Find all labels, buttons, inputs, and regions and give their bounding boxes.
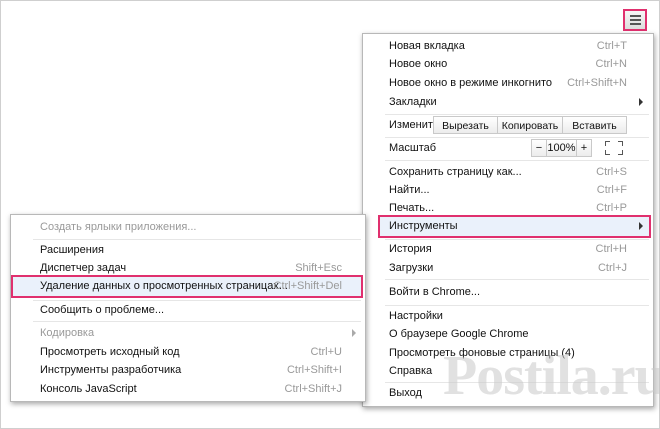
menu-item-background-pages[interactable]: Просмотреть фоновые страницы (4) [389,344,627,362]
zoom-in-button[interactable]: + [576,139,592,157]
menu-separator [385,382,649,383]
submenu-item-view-source[interactable]: Просмотреть исходный код Ctrl+U [40,343,342,361]
menu-separator [33,321,361,322]
submenu-arrow-icon [639,98,643,106]
zoom-out-button[interactable]: − [531,139,547,157]
submenu-item-js-console[interactable]: Консоль JavaScript Ctrl+Shift+J [40,380,342,398]
submenu-item-extensions[interactable]: Расширения [40,241,342,259]
menu-item-find[interactable]: Найти... Ctrl+F [389,181,627,199]
menu-separator [33,239,361,240]
menu-item-incognito[interactable]: Новое окно в режиме инкогнито Ctrl+Shift… [389,74,627,92]
menu-separator [385,160,649,161]
menu-item-downloads[interactable]: Загрузки Ctrl+J [389,259,627,277]
menu-item-settings[interactable]: Настройки [389,307,627,325]
menu-item-new-tab[interactable]: Новая вкладка Ctrl+T [389,37,627,55]
menu-separator [385,137,649,138]
menu-item-exit[interactable]: Выход [389,384,627,402]
chrome-menu-button[interactable] [623,9,647,31]
menu-item-save-page[interactable]: Сохранить страницу как... Ctrl+S [389,163,627,181]
menu-item-new-window[interactable]: Новое окно Ctrl+N [389,55,627,73]
menu-row-edit: Изменить Вырезать Копировать Вставить [389,116,649,134]
cut-button[interactable]: Вырезать [433,116,498,134]
menu-row-zoom: Масштаб − 100% + [389,139,649,157]
menu-separator [385,305,649,306]
menu-item-history[interactable]: История Ctrl+H [389,240,627,258]
fullscreen-icon[interactable] [605,141,623,155]
hamburger-menu-icon [629,15,641,17]
menu-item-tools[interactable]: Инструменты [389,217,643,235]
menu-item-help[interactable]: Справка [389,362,627,380]
submenu-arrow-icon [639,222,643,230]
submenu-item-clear-browsing-data[interactable]: Удаление данных о просмотренных страница… [40,277,342,295]
submenu-arrow-icon [352,329,356,337]
tools-submenu: Создать ярлыки приложения... Расширения … [10,214,366,402]
chrome-main-menu: Новая вкладка Ctrl+T Новое окно Ctrl+N Н… [362,33,654,407]
copy-button[interactable]: Копировать [497,116,563,134]
menu-separator [385,279,649,280]
menu-item-bookmarks[interactable]: Закладки [389,93,643,111]
submenu-item-dev-tools[interactable]: Инструменты разработчика Ctrl+Shift+I [40,361,342,379]
zoom-level: 100% [546,139,577,157]
menu-separator [385,114,649,115]
menu-item-signin[interactable]: Войти в Chrome... [389,283,627,301]
submenu-item-encoding: Кодировка [40,324,356,342]
menu-item-about[interactable]: О браузере Google Chrome [389,325,627,343]
submenu-item-report-issue[interactable]: Сообщить о проблеме... [40,301,342,319]
paste-button[interactable]: Вставить [562,116,627,134]
submenu-item-create-shortcuts: Создать ярлыки приложения... [40,221,197,233]
